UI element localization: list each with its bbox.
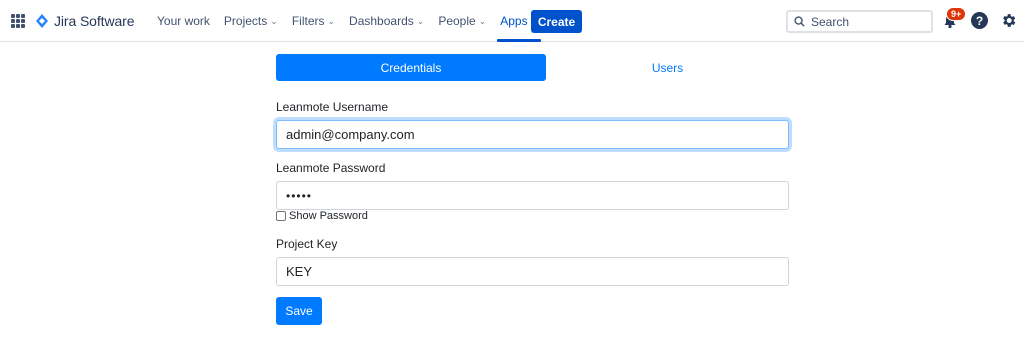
help-icon[interactable]: ? [971,12,988,29]
chevron-down-icon: ⌄ [478,15,487,26]
password-label: Leanmote Password [276,161,386,175]
password-input[interactable] [276,181,789,210]
project-key-input[interactable] [276,257,789,286]
show-password-checkbox[interactable] [276,211,286,221]
jira-diamond-icon [36,14,48,28]
show-password-label[interactable]: Show Password [289,210,368,222]
create-button[interactable]: Create [531,10,582,33]
nav-label: People [438,14,476,28]
save-button[interactable]: Save [276,297,322,325]
nav-dashboards[interactable]: Dashboards ⌄ [342,0,431,42]
search-input[interactable] [811,14,921,29]
settings-tabs: Credentials Users [276,54,789,81]
nav-your-work[interactable]: Your work [150,0,217,42]
settings-gear-icon[interactable] [1000,12,1017,29]
jira-logo[interactable]: Jira Software [36,13,135,29]
chevron-down-icon: ⌄ [416,15,425,26]
show-password-control: Show Password [276,210,368,222]
username-label: Leanmote Username [276,100,389,114]
search-box[interactable] [786,10,933,33]
username-input[interactable] [276,120,789,149]
nav-label: Your work [157,14,210,28]
logo-text: Jira Software [54,13,135,29]
nav-label: Dashboards [349,14,414,28]
notification-badge: 9+ [946,7,967,21]
nav-filters[interactable]: Filters ⌄ [285,0,342,42]
app-switcher-icon[interactable] [11,14,25,28]
tab-credentials[interactable]: Credentials [276,54,546,81]
nav-label: Projects [223,14,268,28]
tab-users[interactable]: Users [546,54,789,81]
nav-label: Apps [500,14,528,28]
main-nav: Your work Projects ⌄ Filters ⌄ Dashboard… [150,0,545,42]
search-icon [794,16,805,27]
chevron-down-icon: ⌄ [270,15,278,26]
nav-projects[interactable]: Projects ⌄ [217,0,285,42]
top-navigation: Jira Software Your work Projects ⌄ Filte… [0,0,1024,42]
chevron-down-icon: ⌄ [327,15,336,26]
nav-label: Filters [291,14,325,28]
nav-people[interactable]: People ⌄ [431,0,493,42]
project-key-label: Project Key [276,237,338,251]
